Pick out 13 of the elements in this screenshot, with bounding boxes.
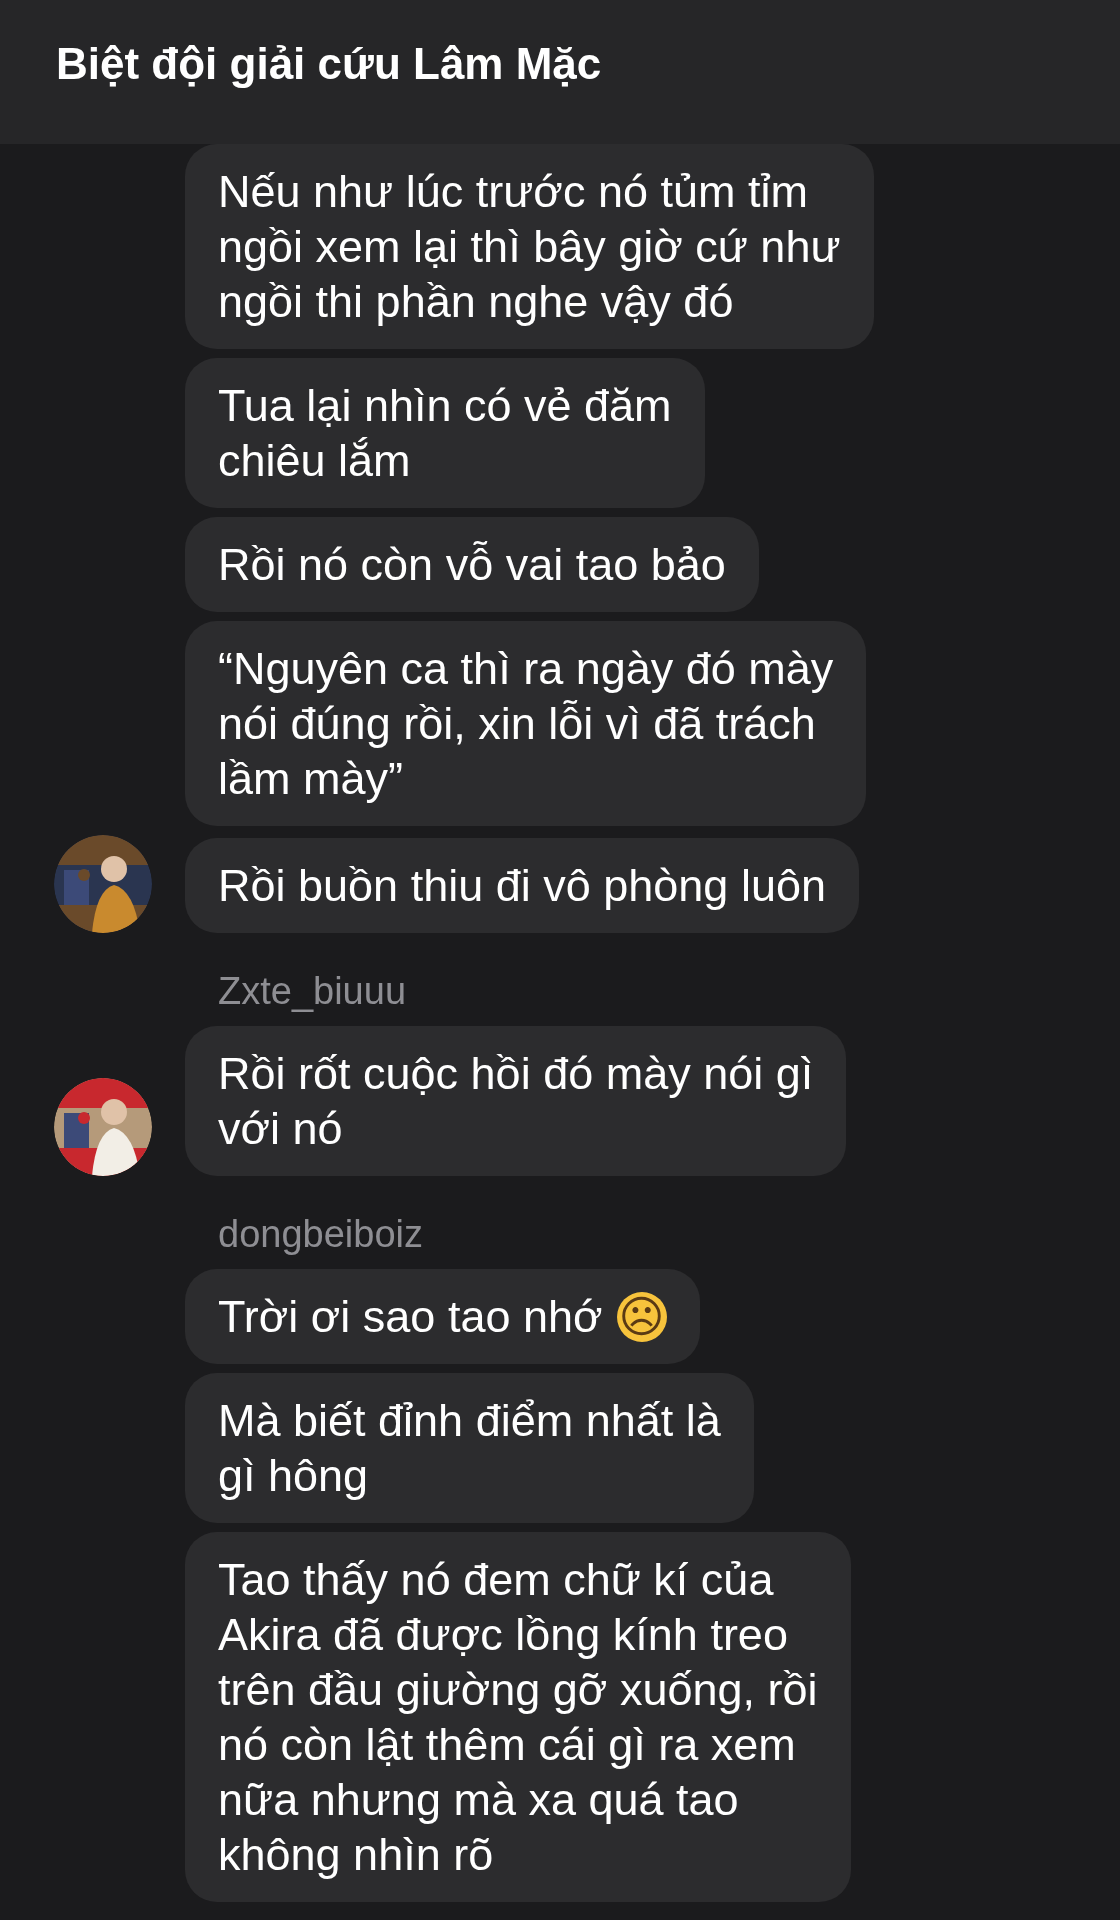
message-bubble: Rồi rốt cuộc hồi đó mày nói gì với nó [185, 1026, 847, 1176]
message-bubble: Tua lại nhìn có vẻ đăm chiêu lắm [185, 358, 705, 508]
message-bubble: Mà biết đỉnh điểm nhất là gì hông [185, 1373, 754, 1523]
message-bubble: Tao thấy nó đem chữ kí của Akira đã được lồng kính treo trên đầu giường gỡ xuống, rồi nó còn lật thêm cái gì ra xem nữa nhưng mà xa quá tao không nhìn rõ [185, 1532, 851, 1902]
message-bubble: Trời ơi sao tao nhớ ☹ [185, 1269, 700, 1364]
chat-title: Biệt đội giải cứu Lâm Mặc [56, 38, 602, 90]
message-bubble: Nếu như lúc trước nó tủm tỉm ngồi xem lại thì bây giờ cứ như ngồi thi phần nghe vậy đó [185, 144, 874, 349]
message-bubble: Rồi nó còn vỗ vai tao bảo [185, 517, 759, 612]
message-bubble: “Nguyên ca thì ra ngày đó mày nói đúng rồi, xin lỗi vì đã trách lầm mày” [185, 621, 867, 826]
message-bubble: Rồi buồn thiu đi vô phòng luôn [185, 838, 859, 933]
sender-name: dongbeiboiz [218, 1213, 423, 1255]
frowning-face-icon: ☹ [616, 1292, 667, 1343]
sender-name: Zxte_biuuu [218, 970, 406, 1012]
